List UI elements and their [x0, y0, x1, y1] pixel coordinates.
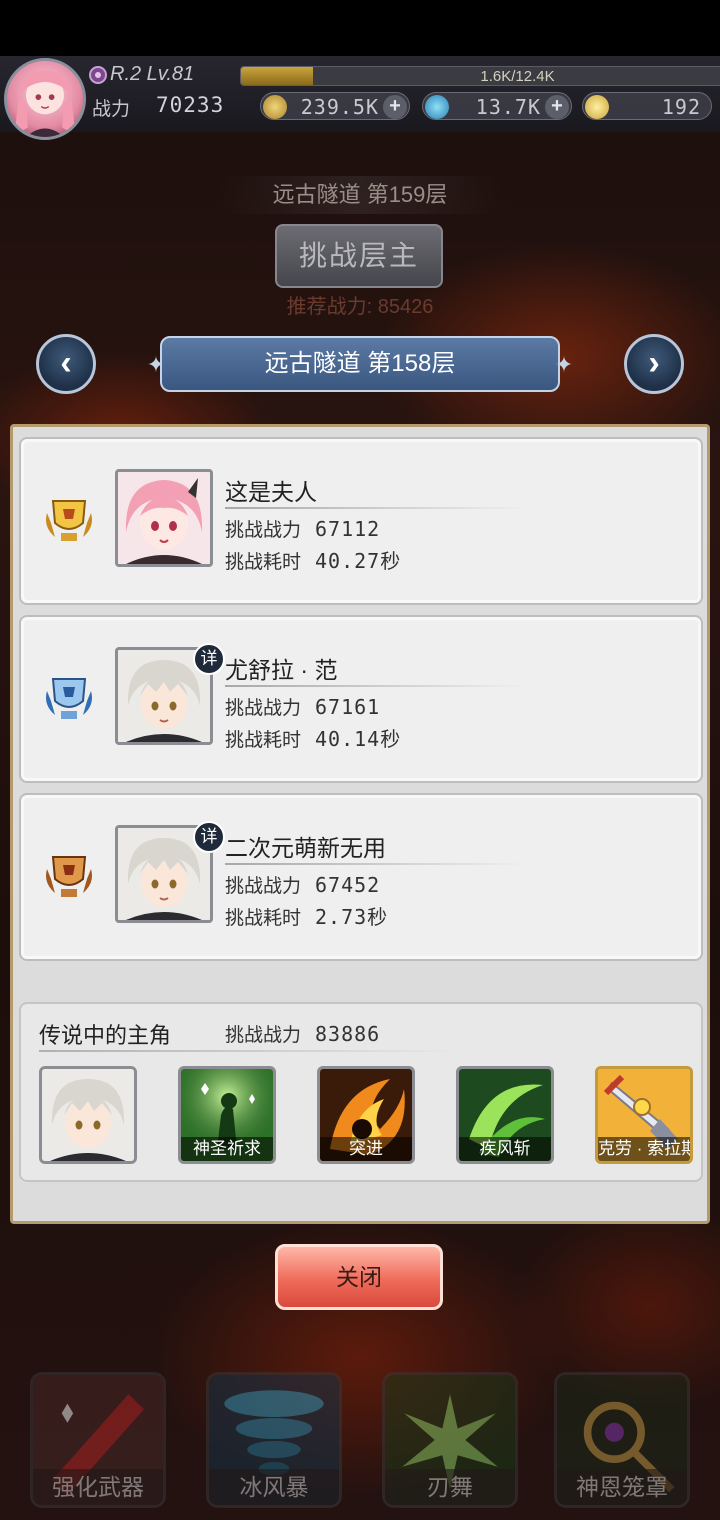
stat-value: 67452 — [315, 873, 381, 897]
current-floor-banner: 远古隧道 第158层 — [160, 336, 560, 392]
record-entry: 详 尤舒拉 · 范 挑战战力 67161 挑战耗时 40.14秒 — [19, 615, 703, 783]
challenge-power-row: 挑战战力 67161 — [225, 693, 380, 720]
stat-label: 挑战耗时 — [225, 552, 302, 573]
skill-slot-gale-slash[interactable]: 疾风斩 — [456, 1066, 554, 1164]
skill-label: 神圣祈求 — [181, 1137, 273, 1161]
gem-value: 192 — [661, 95, 701, 119]
skill-label: 疾风斩 — [459, 1137, 551, 1161]
next-floor-button[interactable]: › — [624, 334, 684, 394]
gold-coin-icon — [263, 95, 287, 119]
level-text: R.2 Lv.81 — [110, 63, 195, 85]
skill-label: 强化武器 — [33, 1469, 163, 1505]
legend-power-row: 挑战战力 83886 — [225, 1020, 380, 1047]
stat-label: 挑战战力 — [225, 520, 302, 541]
crystal-value: 13.7K — [475, 95, 541, 119]
record-entry: 详 二次元萌新无用 挑战战力 67452 挑战耗时 2.73秒 — [19, 793, 703, 961]
skill-label: 冰风暴 — [209, 1469, 339, 1505]
detail-button[interactable]: 详 — [193, 643, 225, 675]
stat-label: 挑战战力 — [225, 876, 302, 897]
level-row: R.2 Lv.81 1.6K/12.4K — [88, 62, 720, 88]
stat-value: 40.14秒 — [315, 727, 402, 751]
stat-label: 挑战战力 — [225, 698, 302, 719]
chevron-right-icon: › — [648, 344, 660, 382]
skill-label: 神恩笼罩 — [557, 1469, 687, 1505]
skill-label: 刃舞 — [385, 1469, 515, 1505]
skill-enhance-weapon[interactable]: 强化武器 — [30, 1372, 166, 1508]
power-label: 战力 — [92, 99, 131, 120]
record-entry: 这是夫人 挑战战力 67112 挑战耗时 40.27秒 — [19, 437, 703, 605]
status-bar: R.2 Lv.81 1.6K/12.4K 战力 70233 239.5K + 1… — [0, 56, 720, 140]
divider — [225, 507, 525, 509]
add-gold-button[interactable]: + — [383, 95, 407, 119]
previous-floor-button[interactable]: ‹ — [36, 334, 96, 394]
skill-slot-holy-prayer[interactable]: 神圣祈求 — [178, 1066, 276, 1164]
gem-icon — [585, 95, 609, 119]
legendary-hero-section: 传说中的主角 挑战战力 83886 神圣祈求 突进 疾风斩 克劳 · 索拉斯 — [19, 1002, 703, 1182]
add-crystal-button[interactable]: + — [545, 95, 569, 119]
stat-label: 挑战战力 — [225, 1025, 302, 1046]
floor-record-panel: 这是夫人 挑战战力 67112 挑战耗时 40.27秒 详 尤舒拉 · 范 挑战… — [10, 424, 710, 1224]
hero-portrait[interactable] — [39, 1066, 137, 1164]
bronze-medal-icon — [46, 856, 92, 897]
xp-bar: 1.6K/12.4K — [240, 66, 720, 86]
divider — [225, 685, 525, 687]
ornament-right-icon: ✦ — [554, 352, 574, 377]
player-name: 这是夫人 — [225, 479, 317, 505]
player-portrait[interactable] — [115, 469, 213, 567]
challenge-power-row: 挑战战力 67112 — [225, 515, 380, 542]
skill-label: 克劳 · 索拉斯 — [598, 1137, 690, 1161]
stat-label: 挑战耗时 — [225, 730, 302, 751]
next-floor-title: 远古隧道 第159层 — [220, 176, 500, 214]
resource-row: 战力 70233 239.5K + 13.7K + 192 — [92, 91, 717, 121]
challenge-power-row: 挑战战力 67452 — [225, 871, 380, 898]
challenge-time-row: 挑战耗时 40.14秒 — [225, 723, 401, 752]
challenge-time-row: 挑战耗时 40.27秒 — [225, 545, 401, 574]
recommended-power: 推荐战力: 85426 — [286, 296, 434, 318]
stat-label: 挑战耗时 — [225, 908, 302, 929]
stat-value: 83886 — [315, 1022, 381, 1046]
gem-resource: 192 — [582, 92, 712, 120]
gold-medal-icon — [46, 500, 92, 541]
skill-ice-storm[interactable]: 冰风暴 — [206, 1372, 342, 1508]
crystal-resource: 13.7K + — [422, 92, 572, 120]
player-name: 尤舒拉 · 范 — [225, 657, 338, 683]
skill-blade-dance[interactable]: 刃舞 — [382, 1372, 518, 1508]
stat-value: 40.27秒 — [315, 549, 402, 573]
stat-value: 67161 — [315, 695, 381, 719]
weapon-slot-claiomh-solais[interactable]: 克劳 · 索拉斯 — [595, 1066, 693, 1164]
stat-value: 67112 — [315, 517, 381, 541]
skill-slot-charge[interactable]: 突进 — [317, 1066, 415, 1164]
divider — [39, 1050, 459, 1052]
chevron-left-icon: ‹ — [60, 344, 72, 382]
gold-resource: 239.5K + — [260, 92, 410, 120]
silver-medal-icon — [46, 678, 92, 719]
power-value: 70233 — [156, 93, 225, 117]
challenge-time-row: 挑战耗时 2.73秒 — [225, 901, 388, 930]
player-avatar[interactable] — [4, 58, 86, 140]
detail-button[interactable]: 详 — [193, 821, 225, 853]
legend-title: 传说中的主角 — [39, 1023, 172, 1048]
close-button[interactable]: 关闭 — [275, 1244, 443, 1310]
skill-label: 突进 — [320, 1137, 412, 1161]
rank-icon — [89, 66, 107, 84]
divider — [225, 863, 525, 865]
player-name: 二次元萌新无用 — [225, 835, 386, 861]
gold-value: 239.5K — [300, 95, 379, 119]
challenge-boss-button[interactable]: 挑战层主 — [275, 224, 443, 288]
game-screen: R.2 Lv.81 1.6K/12.4K 战力 70233 239.5K + 1… — [0, 56, 720, 1520]
xp-text: 1.6K/12.4K — [480, 68, 555, 85]
crystal-icon — [425, 95, 449, 119]
stat-value: 2.73秒 — [315, 905, 389, 929]
skill-divine-grace[interactable]: 神恩笼罩 — [554, 1372, 690, 1508]
